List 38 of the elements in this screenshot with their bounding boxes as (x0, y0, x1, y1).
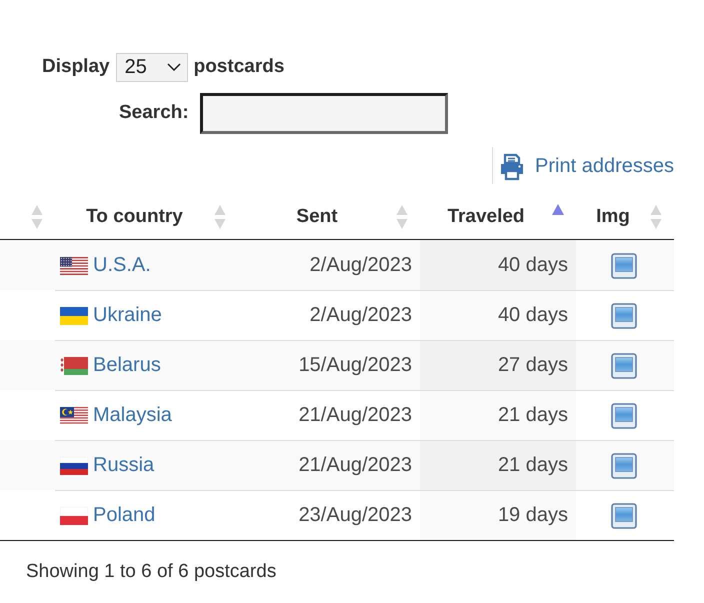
page-size-select[interactable]: 25 (116, 52, 188, 82)
flag-icon (60, 506, 88, 524)
table-cell: 40 days (420, 290, 576, 340)
image-icon[interactable] (610, 402, 636, 428)
sort-ascending-icon[interactable] (552, 204, 564, 214)
column-header[interactable]: Traveled (420, 194, 576, 239)
country-link[interactable]: Poland (93, 504, 156, 527)
display-label: Display (42, 56, 110, 78)
image-icon[interactable] (610, 252, 636, 278)
column-header[interactable]: Img (576, 194, 674, 239)
column-header[interactable]: To country (55, 194, 238, 239)
country-link[interactable]: Ukraine (93, 304, 162, 327)
table-cell-text: 2/Aug/2023 (308, 253, 413, 278)
image-icon[interactable] (610, 502, 636, 528)
table-cell: 19 days (420, 490, 576, 540)
flag-icon (60, 406, 88, 424)
country-link[interactable]: Belarus (93, 354, 161, 377)
country-link[interactable]: Russia (93, 454, 154, 477)
image-icon[interactable] (610, 302, 636, 328)
flag-icon (60, 356, 88, 374)
chevron-icon (166, 63, 181, 71)
search-label: Search: (119, 102, 189, 124)
flag-icon (60, 456, 88, 474)
search-field[interactable] (200, 92, 448, 134)
table-cell: 27 days (420, 340, 576, 390)
country-link[interactable]: Malaysia (93, 404, 172, 427)
image-icon[interactable] (610, 452, 636, 478)
postcards-label: postcards (194, 56, 284, 78)
flag-icon (60, 256, 88, 274)
table-cell: 21 days (420, 390, 576, 440)
flag-icon (60, 306, 88, 324)
print-addresses-link[interactable]: Print addresses (492, 147, 674, 184)
table-cell: 40 days (420, 240, 576, 290)
table-info: Showing 1 to 6 of 6 postcards (26, 561, 276, 583)
table-cell: 21 days (420, 440, 576, 490)
country-link[interactable]: U.S.A. (93, 254, 151, 277)
column-header[interactable]: Sent (238, 194, 420, 239)
image-icon[interactable] (610, 352, 636, 378)
